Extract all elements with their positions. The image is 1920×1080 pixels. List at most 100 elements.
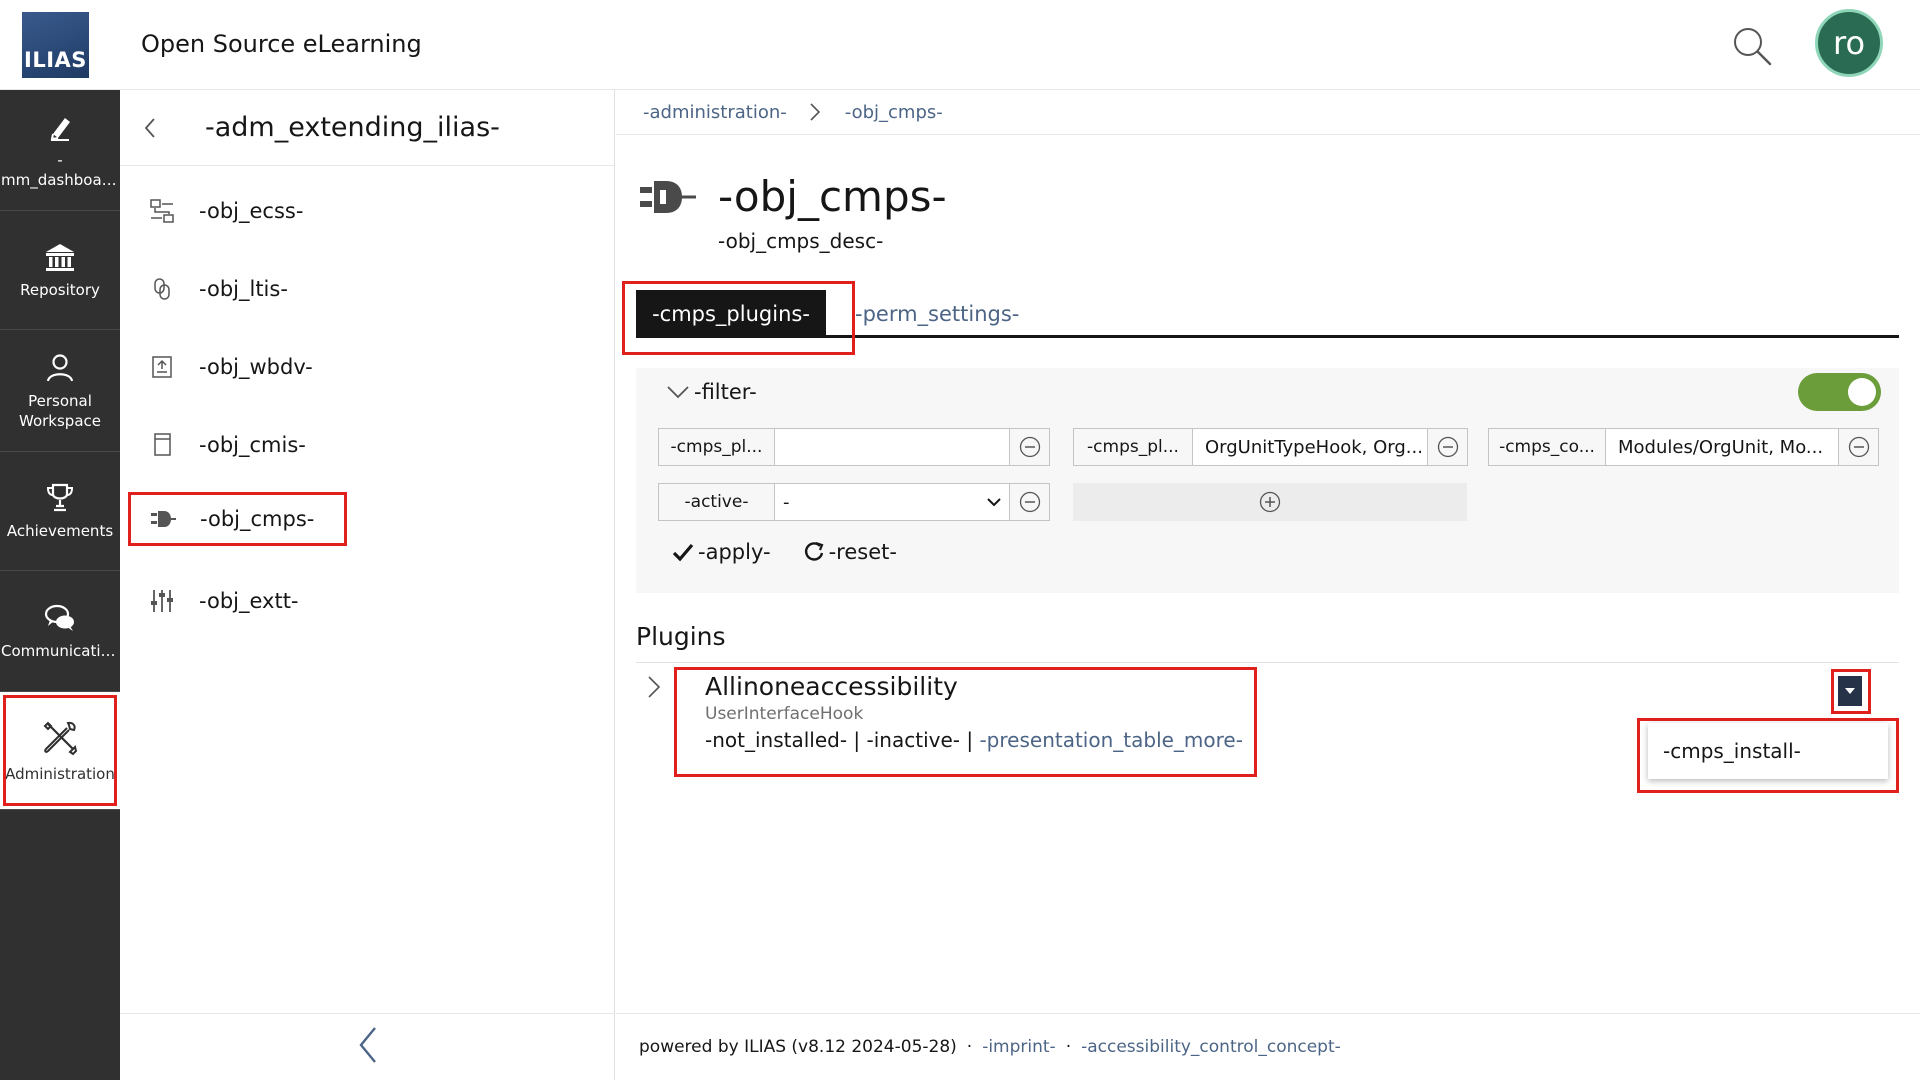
- chevron-left-icon: [144, 117, 155, 138]
- mainbar-item-repository[interactable]: Repository: [0, 211, 120, 330]
- filter-label: -filter-: [694, 380, 757, 404]
- plugins-section-title: Plugins: [636, 622, 726, 651]
- filter-field-plugin-name: -cmps_pl...: [658, 428, 1050, 466]
- reset-filter-button[interactable]: -reset-: [803, 540, 897, 564]
- slate-entry-label: -obj_wbdv-: [199, 355, 313, 379]
- tab-perm-settings[interactable]: -perm_settings-: [855, 290, 1019, 338]
- separator: ·: [1065, 1037, 1072, 1057]
- breadcrumb-administration[interactable]: -administration-: [643, 102, 787, 123]
- slate-entry-cmps[interactable]: -obj_cmps-: [128, 492, 348, 546]
- remove-filter-button[interactable]: [1428, 428, 1468, 466]
- mainbar-label: - mm_dashboar...: [1, 151, 119, 189]
- tab-bar: -cmps_plugins- -perm_settings-: [622, 281, 1899, 355]
- minus-circle-icon: [1848, 436, 1869, 458]
- plugin-name: Allinoneaccessibility: [705, 672, 958, 701]
- plus-circle-icon: [1259, 491, 1281, 513]
- tools-icon: [43, 721, 78, 755]
- plugin-slot: UserInterfaceHook: [705, 704, 864, 724]
- filter-field-label: -active-: [658, 483, 775, 521]
- upload-box-icon: [142, 354, 182, 380]
- mainbar-item-achievements[interactable]: Achievements: [0, 452, 120, 571]
- document-icon: [142, 432, 182, 458]
- filter-field-label: -cmps_pl...: [1073, 428, 1193, 466]
- ilias-logo[interactable]: ILIAS: [22, 12, 89, 78]
- imprint-link[interactable]: -imprint-: [982, 1037, 1056, 1057]
- powered-by-text: powered by ILIAS (v8.12 2024-05-28): [639, 1037, 957, 1057]
- user-avatar[interactable]: ro: [1815, 9, 1883, 77]
- presentation-more-link[interactable]: -presentation_table_more-: [979, 728, 1243, 752]
- add-filter-button[interactable]: [1073, 483, 1467, 521]
- filter-field-component: -cmps_co... Modules/OrgUnit, Mo...: [1488, 428, 1879, 466]
- plug-icon: [143, 508, 183, 530]
- mainbar-item-personal-workspace[interactable]: Personal Workspace: [0, 330, 120, 452]
- expand-row-button[interactable]: [646, 674, 662, 704]
- separator: ·: [966, 1037, 973, 1057]
- remove-filter-button[interactable]: [1010, 483, 1050, 521]
- trophy-icon: [46, 483, 74, 512]
- mainbar-item-communication[interactable]: Communication: [0, 571, 120, 692]
- mainbar-label: Achievements: [6, 522, 114, 540]
- minus-circle-icon: [1019, 491, 1040, 513]
- slate-entry-label: -obj_ltis-: [199, 277, 288, 301]
- slate-entry-label: -obj_extt-: [199, 589, 299, 613]
- slate-entry-extt[interactable]: -obj_extt-: [130, 574, 299, 628]
- page-header: -obj_cmps-: [640, 172, 947, 221]
- mainbar-item-administration[interactable]: Administration: [0, 692, 120, 810]
- chevron-down-icon: [667, 386, 689, 399]
- dropdown-item-install[interactable]: -cmps_install-: [1648, 723, 1888, 779]
- mainbar: - mm_dashboar... Repository Personal Wor…: [0, 90, 120, 1080]
- search-icon[interactable]: [1730, 24, 1774, 68]
- accessibility-link[interactable]: -accessibility_control_concept-: [1081, 1037, 1341, 1057]
- slate-title: -adm_extending_ilias-: [205, 112, 500, 143]
- plugin-slot-input[interactable]: OrgUnitTypeHook, Org...: [1193, 428, 1428, 466]
- person-icon: [46, 353, 74, 381]
- remove-filter-button[interactable]: [1010, 428, 1050, 466]
- filter-toggle[interactable]: -filter-: [666, 380, 757, 404]
- link-icon: [142, 276, 182, 302]
- slate-panel: -adm_extending_ilias- -obj_ecss- -obj_lt…: [120, 90, 615, 1080]
- chevron-left-icon: [358, 1027, 376, 1063]
- breadcrumb: -administration- -obj_cmps-: [616, 90, 1920, 135]
- filter-activation-switch[interactable]: [1798, 373, 1881, 411]
- active-select-value: -: [783, 491, 790, 513]
- pen-icon: [50, 118, 70, 141]
- slate-entry-ecss[interactable]: -obj_ecss-: [130, 184, 303, 238]
- slate-entry-label: -obj_cmps-: [200, 507, 315, 531]
- caret-down-icon: [1845, 688, 1855, 694]
- plugin-active-status: -inactive-: [866, 728, 960, 752]
- page-description: -obj_cmps_desc-: [718, 229, 884, 253]
- chevron-right-icon: [809, 102, 821, 122]
- tab-cmps-plugins[interactable]: -cmps_plugins-: [636, 290, 826, 338]
- slate-entry-cmis[interactable]: -obj_cmis-: [130, 418, 306, 472]
- filter-field-active: -active- -: [658, 483, 1050, 521]
- page-title: -obj_cmps-: [718, 172, 947, 221]
- slate-entry-ltis[interactable]: -obj_ltis-: [130, 262, 288, 316]
- sliders-icon: [142, 588, 182, 614]
- actions-dropdown-button[interactable]: [1838, 676, 1862, 706]
- component-input[interactable]: Modules/OrgUnit, Mo...: [1606, 428, 1839, 466]
- slate-header: -adm_extending_ilias-: [120, 90, 614, 166]
- chat-icon: [44, 604, 74, 631]
- filter-field-label: -cmps_co...: [1488, 428, 1606, 466]
- minus-circle-icon: [1019, 436, 1040, 458]
- filter-panel: -filter- -cmps_pl... -cmps_pl... OrgUnit…: [636, 368, 1899, 593]
- remove-filter-button[interactable]: [1839, 428, 1879, 466]
- mainbar-item-dashboard[interactable]: - mm_dashboar...: [0, 90, 120, 211]
- refresh-icon: [804, 541, 824, 561]
- collapse-slate-button[interactable]: [356, 1025, 380, 1069]
- site-title: Open Source eLearning: [141, 30, 422, 58]
- slate-entry-label: -obj_ecss-: [199, 199, 304, 223]
- filter-field-plugin-slot: -cmps_pl... OrgUnitTypeHook, Org...: [1073, 428, 1468, 466]
- ecs-icon: [142, 198, 182, 224]
- slate-entry-wbdv[interactable]: -obj_wbdv-: [130, 340, 313, 394]
- slate-back-button[interactable]: [120, 90, 180, 166]
- breadcrumb-obj-cmps[interactable]: -obj_cmps-: [845, 102, 943, 123]
- plugin-install-status: -not_installed-: [705, 728, 848, 752]
- active-select[interactable]: -: [775, 483, 1010, 521]
- separator: |: [966, 728, 974, 752]
- slate-footer: [120, 1013, 615, 1080]
- plug-icon: [640, 180, 696, 213]
- plugin-name-input[interactable]: [775, 428, 1010, 466]
- minus-circle-icon: [1437, 436, 1458, 458]
- apply-filter-button[interactable]: -apply-: [672, 540, 771, 564]
